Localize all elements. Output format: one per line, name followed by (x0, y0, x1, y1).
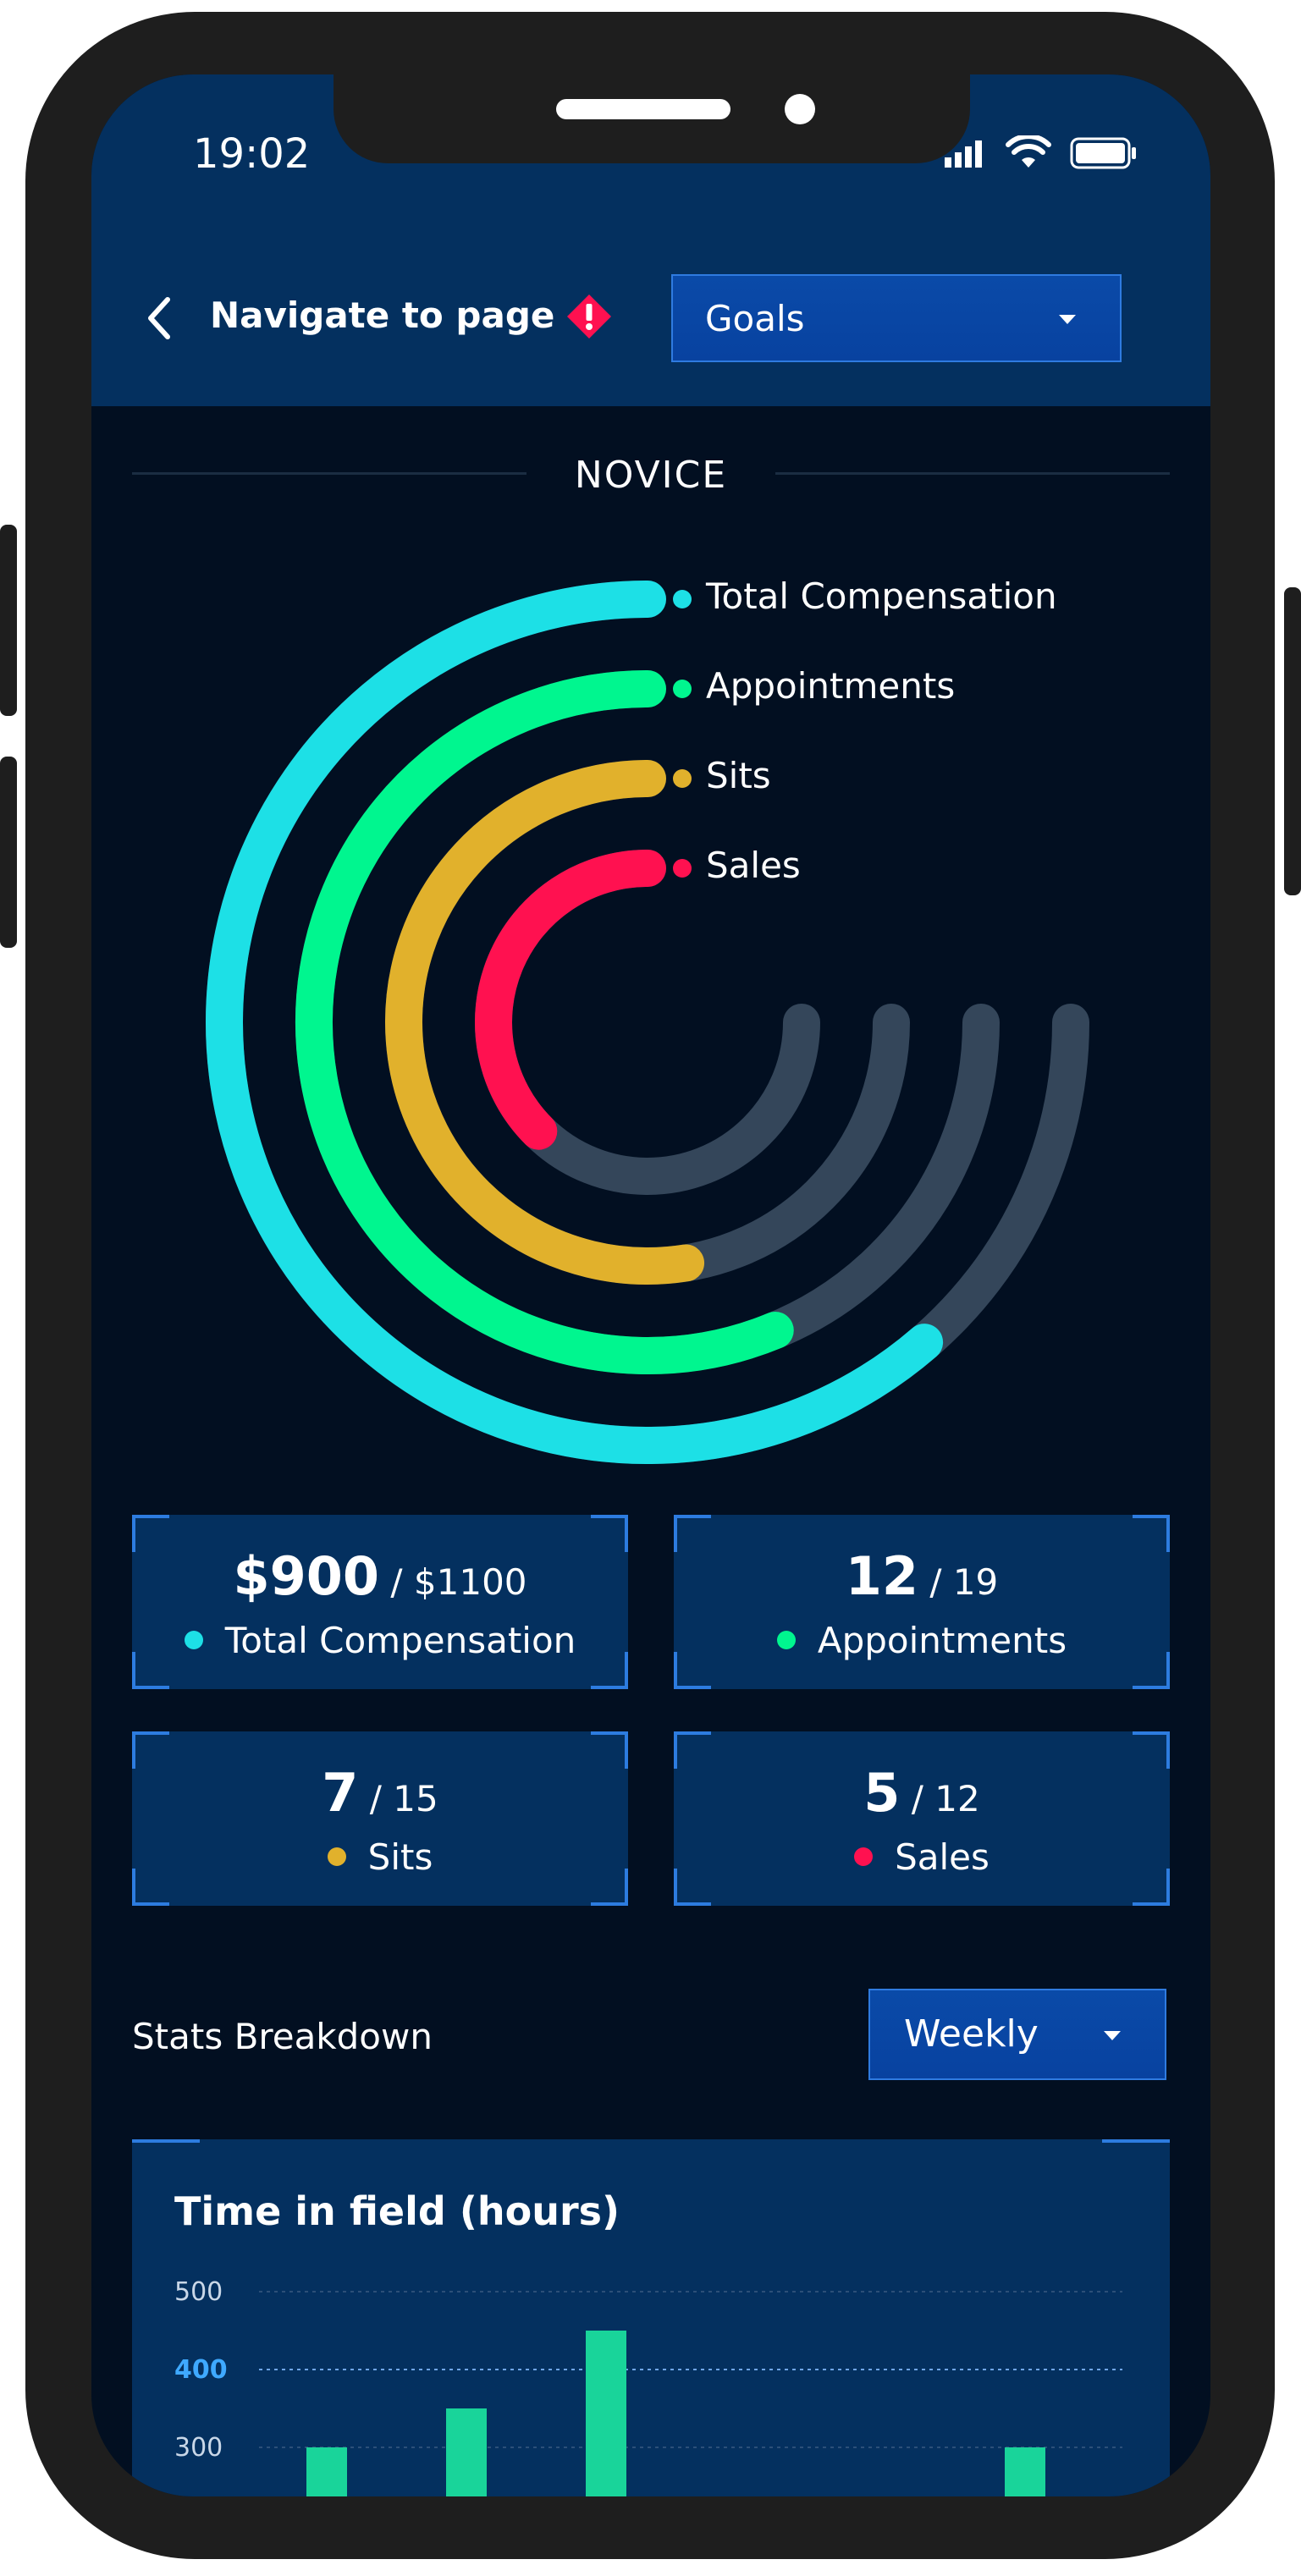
legend-dot (673, 590, 692, 608)
card-goal: / 19 (918, 1561, 999, 1603)
legend-dot (673, 769, 692, 788)
goal-card-sits: 7 / 15 Sits (132, 1731, 628, 1906)
card-value-line: 5 / 12 (674, 1762, 1170, 1824)
card-value: 5 (863, 1762, 901, 1824)
stats-breakdown-title: Stats Breakdown (132, 2016, 433, 2057)
volume-button (0, 757, 17, 948)
card-goal: / 15 (358, 1778, 438, 1819)
app-screen: 19:02 Navigate to page Goals NOVICE Tota… (91, 74, 1210, 2496)
card-value-line: 7 / 15 (132, 1762, 628, 1824)
legend-dot (673, 859, 692, 878)
progress-rings (206, 581, 1089, 1464)
card-label: Total Compensation (132, 1620, 628, 1661)
legend-item-label: Total Compensation (706, 575, 1057, 617)
ring-progress-sales (475, 850, 666, 1150)
bar (586, 2331, 626, 2496)
y-tick-label: 300 (174, 2433, 223, 2463)
y-tick-label: 500 (174, 2277, 223, 2307)
legend-dot (673, 680, 692, 698)
card-label-text: Total Compensation (224, 1620, 576, 1661)
card-label-text: Sits (367, 1836, 433, 1878)
card-dot (327, 1847, 346, 1866)
bar (446, 2408, 487, 2496)
card-goal: / 12 (900, 1778, 980, 1819)
legend-item-label: Sales (706, 845, 801, 886)
bar (306, 2447, 347, 2496)
card-label: Appointments (674, 1620, 1170, 1661)
front-camera (785, 94, 815, 124)
card-dot (854, 1847, 874, 1866)
card-value: $900 (233, 1545, 380, 1607)
card-label-text: Appointments (817, 1620, 1067, 1661)
card-value: 7 (322, 1762, 359, 1824)
period-select-label: Weekly (904, 2012, 1039, 2056)
speaker (556, 99, 730, 119)
card-value-line: 12 / 19 (674, 1545, 1170, 1607)
bar (1005, 2447, 1045, 2496)
card-goal: / $1100 (379, 1561, 527, 1603)
legend-item-label: Appointments (706, 665, 956, 707)
power-button (1284, 587, 1301, 895)
goal-card-sales: 5 / 12 Sales (674, 1731, 1170, 1906)
time-in-field-card: Time in field (hours) 500 400 300 (132, 2139, 1170, 2496)
goal-card-total-compensation: $900 / $1100 Total Compensation (132, 1515, 628, 1689)
mute-switch (0, 525, 17, 716)
card-label: Sales (674, 1836, 1170, 1878)
card-value: 12 (845, 1545, 918, 1607)
legend-item-label: Sits (706, 755, 771, 796)
time-in-field-chart: 500 400 300 (174, 2277, 1122, 2496)
card-label: Sits (132, 1836, 628, 1878)
y-tick-label: 400 (174, 2355, 228, 2385)
period-select[interactable]: Weekly (868, 1989, 1166, 2080)
card-dot (184, 1630, 203, 1649)
card-dot (776, 1630, 796, 1649)
card-label-text: Sales (895, 1836, 990, 1878)
card-value-line: $900 / $1100 (132, 1545, 628, 1607)
caret-down-icon (1104, 2031, 1121, 2040)
goal-card-appointments: 12 / 19 Appointments (674, 1515, 1170, 1689)
